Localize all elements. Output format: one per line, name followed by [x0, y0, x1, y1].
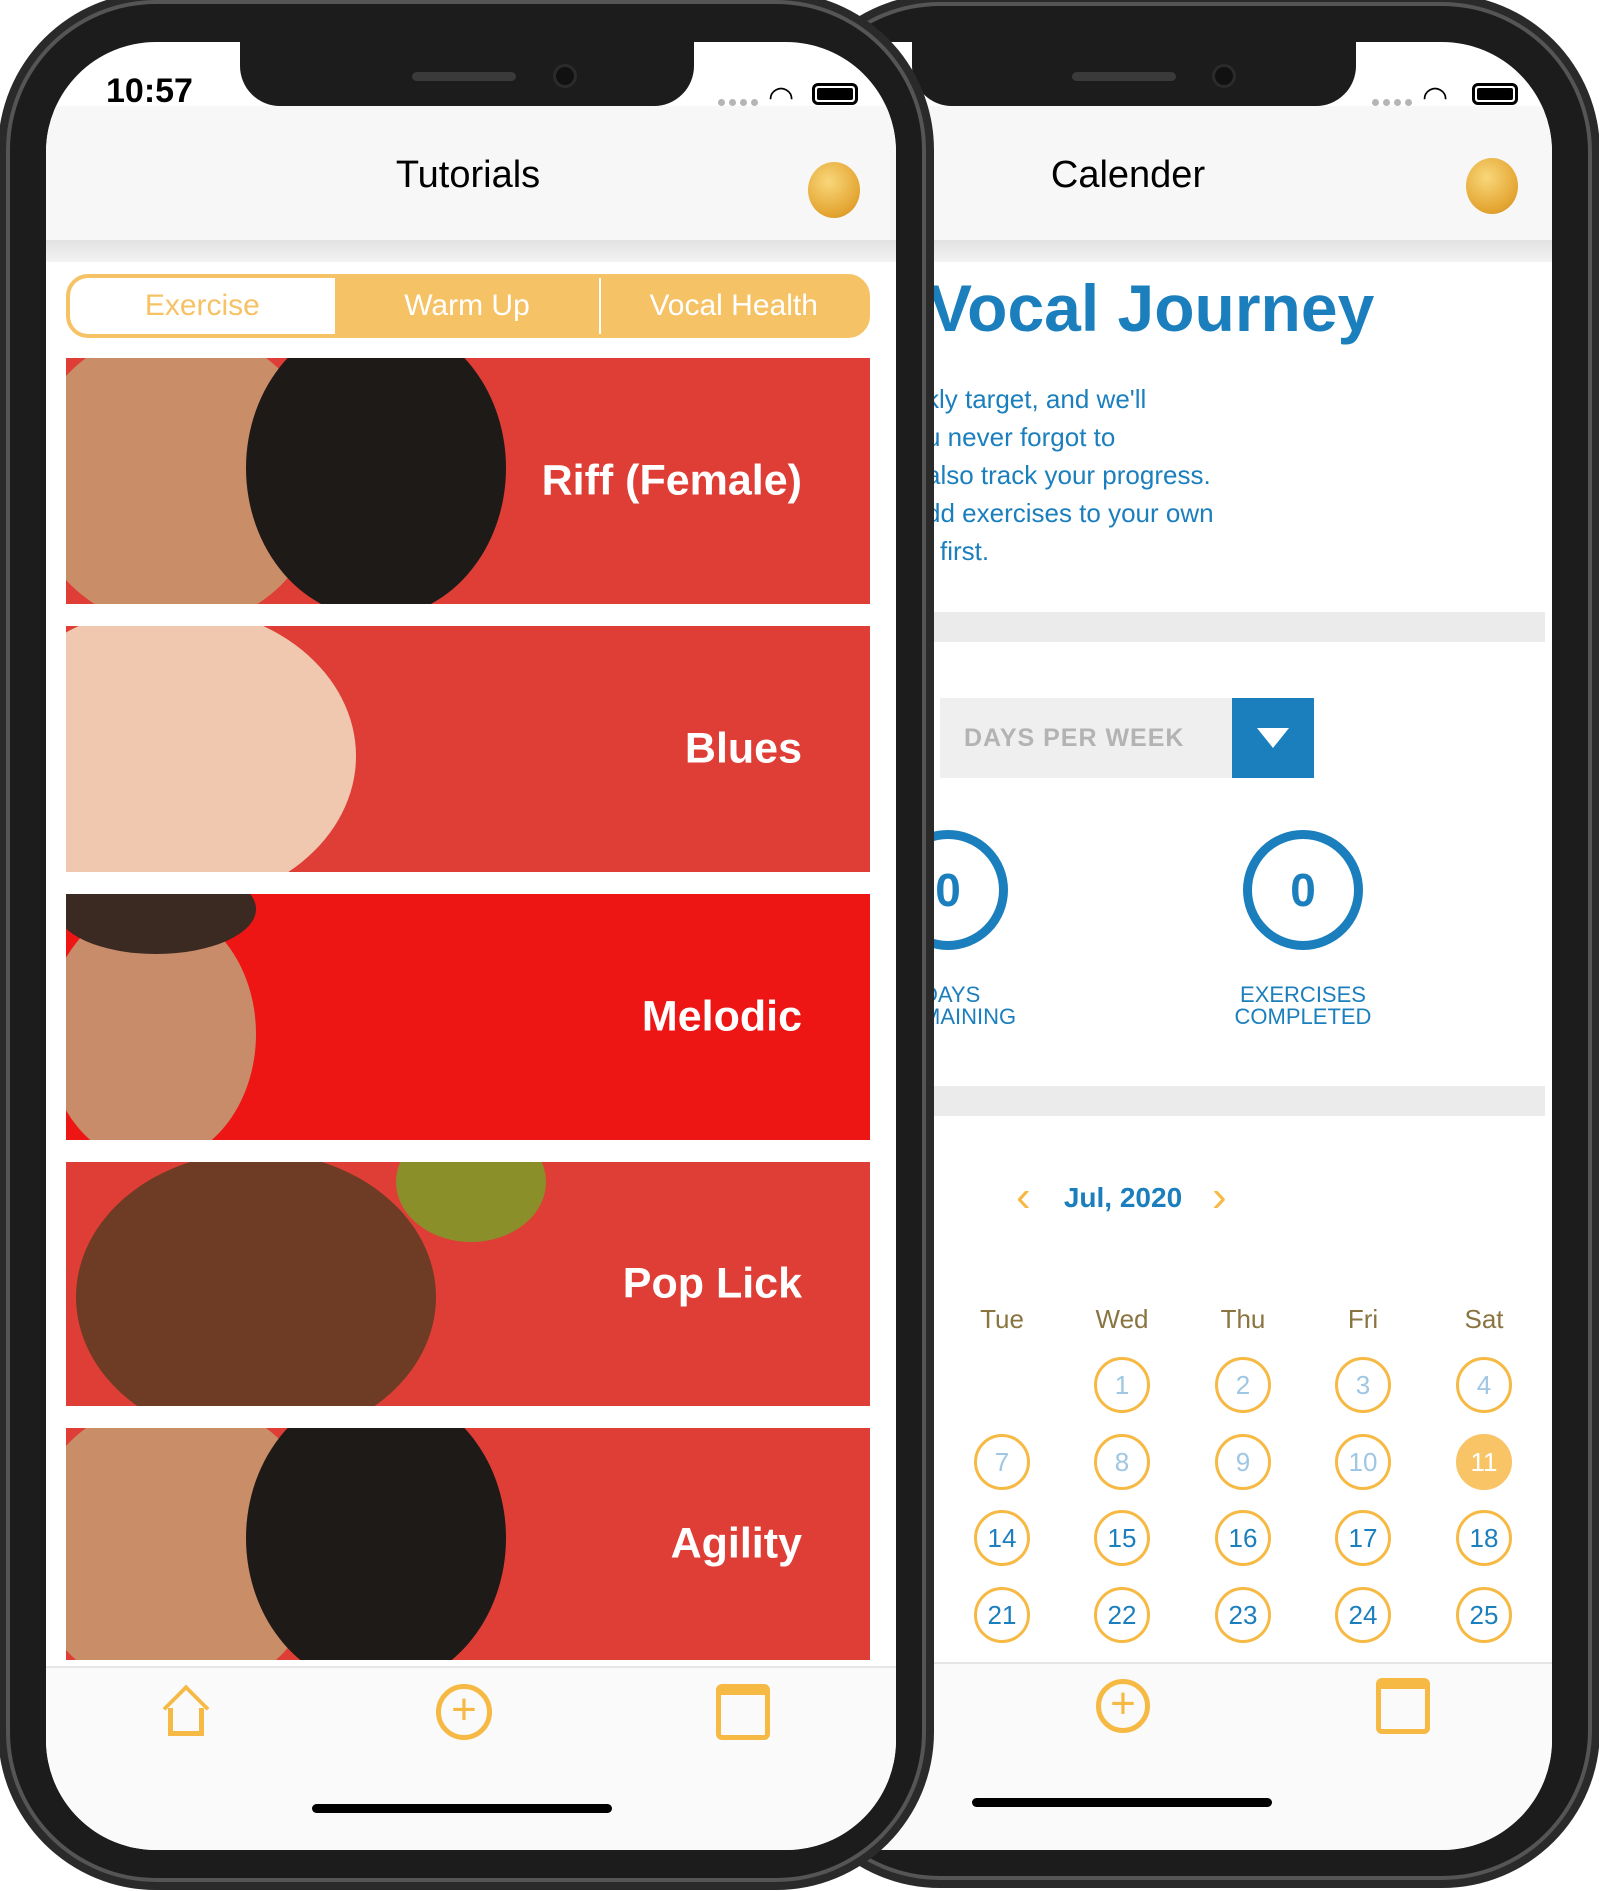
calendar-day[interactable]: 14 — [974, 1510, 1030, 1566]
plus-circle-icon[interactable]: + — [1096, 1679, 1150, 1733]
weekday-wed: Wed — [1095, 1304, 1149, 1334]
hair — [246, 1428, 506, 1660]
tutorials-screen: 10:57 ◠ Tutorials Exercise Warm Up Vocal… — [46, 42, 896, 1850]
tab-vocal-health[interactable]: Vocal Health — [599, 278, 866, 334]
card-label: Riff (Female) — [541, 456, 802, 505]
days-per-week-dropdown[interactable]: DAYS PER WEEK — [940, 698, 1314, 778]
journey-title: Vocal Journey — [928, 271, 1375, 345]
segmented-control: Exercise Warm Up Vocal Health — [66, 274, 870, 338]
calendar-day[interactable]: 2 — [1215, 1357, 1271, 1413]
calendar-day[interactable]: 22 — [1094, 1587, 1150, 1643]
tutorial-card-pop-lick[interactable]: Pop Lick — [66, 1162, 870, 1406]
page-title: Calender — [1050, 154, 1206, 196]
calendar-day[interactable]: 25 — [1456, 1587, 1512, 1643]
exercises-completed-ring: 0 — [1243, 830, 1363, 950]
calendar-day[interactable]: 8 — [1094, 1434, 1150, 1490]
weekday-fri: Fri — [1347, 1304, 1379, 1334]
calendar-day[interactable]: 16 — [1215, 1510, 1271, 1566]
header: Tutorials — [46, 106, 896, 240]
singer-photo — [76, 1162, 436, 1406]
weekday-sat: Sat — [1464, 1304, 1504, 1334]
calendar-day[interactable]: 4 — [1456, 1357, 1512, 1413]
card-label: Pop Lick — [622, 1259, 802, 1308]
camera — [556, 67, 574, 85]
weekday-thu: Thu — [1220, 1304, 1266, 1334]
signal-dots-icon — [718, 99, 758, 106]
calendar-day[interactable]: 21 — [974, 1587, 1030, 1643]
month-label: Jul, 2020 — [1063, 1182, 1183, 1213]
calendar-day[interactable]: 11 — [1456, 1434, 1512, 1490]
calendar-day[interactable]: 9 — [1215, 1434, 1271, 1490]
headwrap — [396, 1162, 546, 1242]
calendar-day[interactable]: 3 — [1335, 1357, 1391, 1413]
journey-line: dd exercises to your own — [926, 498, 1214, 528]
days-remaining-label: DAYS MAINING — [922, 982, 1017, 1029]
calendar-icon[interactable] — [716, 1684, 770, 1740]
tutorial-card-melodic[interactable]: Melodic — [66, 894, 870, 1140]
chevron-down-icon[interactable] — [1232, 698, 1314, 778]
journey-line: first. — [940, 536, 990, 566]
signal-dots-icon — [1372, 99, 1412, 106]
dropdown-placeholder: DAYS PER WEEK — [940, 698, 1232, 778]
battery-icon — [1472, 83, 1518, 105]
home-indicator — [972, 1798, 1272, 1807]
card-label: Blues — [684, 724, 802, 773]
journey-line: kly target, and we'll — [926, 384, 1147, 414]
app-logo-icon[interactable] — [1466, 158, 1518, 214]
tutorial-card-riff-female[interactable]: Riff (Female) — [66, 358, 870, 604]
speaker — [1072, 72, 1176, 81]
card-label: Agility — [670, 1519, 802, 1568]
exercises-completed-label: EXERCISES COMPLETED — [1234, 982, 1372, 1029]
calendar-icon[interactable] — [1376, 1678, 1430, 1734]
camera — [1215, 67, 1233, 85]
tab-warm-up[interactable]: Warm Up — [335, 278, 600, 334]
calendar-day[interactable]: 10 — [1335, 1434, 1391, 1490]
divider — [46, 240, 896, 262]
app-logo-icon[interactable] — [808, 162, 860, 218]
tab-bar: + — [46, 1666, 896, 1850]
card-label: Melodic — [641, 992, 802, 1041]
journey-description: kly target, and we'll u never forgot to … — [926, 380, 1214, 570]
calendar-day[interactable]: 15 — [1094, 1510, 1150, 1566]
prev-month-chevron-icon[interactable]: ‹ — [1016, 1172, 1031, 1222]
calendar-day[interactable]: 23 — [1215, 1587, 1271, 1643]
weekday-tue: Tue — [980, 1304, 1024, 1334]
tab-exercise[interactable]: Exercise — [70, 278, 335, 334]
calendar-day[interactable]: 1 — [1094, 1357, 1150, 1413]
calendar-day[interactable]: 7 — [974, 1434, 1030, 1490]
home-icon[interactable] — [158, 1684, 214, 1736]
tutorial-card-agility[interactable]: Agility — [66, 1428, 870, 1660]
tutorial-card-blues[interactable]: Blues — [66, 626, 870, 872]
page-title: Tutorials — [395, 154, 541, 196]
plus-circle-icon[interactable]: + — [436, 1684, 492, 1740]
next-month-chevron-icon[interactable]: › — [1212, 1172, 1227, 1222]
calendar-day[interactable]: 24 — [1335, 1587, 1391, 1643]
journey-line: u never forgot to — [926, 422, 1116, 452]
calendar-day[interactable]: 17 — [1335, 1510, 1391, 1566]
hair — [246, 358, 506, 604]
journey-line: also track your progress. — [926, 460, 1211, 490]
battery-icon — [812, 83, 858, 105]
calendar-day[interactable]: 18 — [1456, 1510, 1512, 1566]
home-indicator — [312, 1804, 612, 1813]
singer-photo — [66, 626, 356, 872]
speaker — [412, 72, 516, 81]
